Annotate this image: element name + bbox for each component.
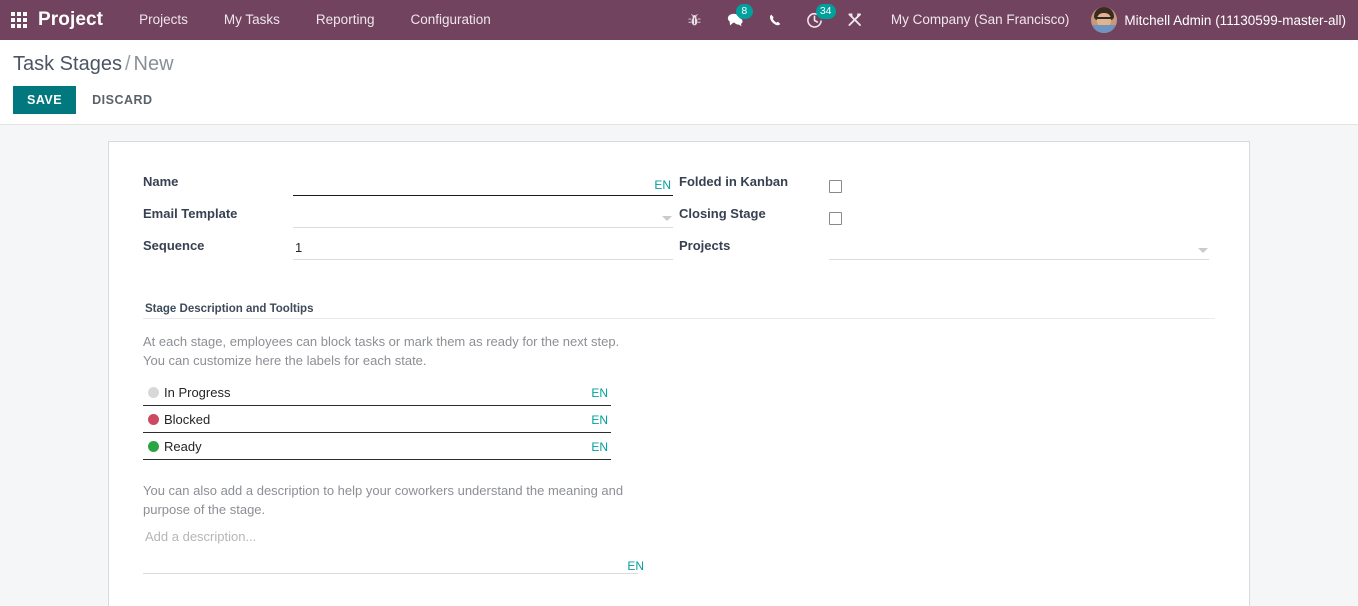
tooltips-help-text: At each stage, employees can block tasks…: [143, 332, 629, 370]
control-closing-stage: [829, 212, 1209, 228]
state-dot-ready: [148, 441, 159, 452]
field-row-sequence: Sequence: [143, 232, 673, 260]
user-menu[interactable]: Mitchell Admin (11130599-master-all): [1085, 7, 1346, 33]
label-projects: Projects: [679, 233, 829, 260]
name-input[interactable]: [293, 172, 673, 196]
blocked-translate-badge[interactable]: EN: [591, 413, 608, 427]
form-sheet: Name EN Email Template Sequence: [108, 141, 1250, 606]
apps-menu-button[interactable]: [0, 0, 38, 40]
field-row-name: Name EN: [143, 168, 673, 196]
stage-description-section: Stage Description and Tooltips At each s…: [143, 303, 1215, 574]
name-translate-badge[interactable]: EN: [654, 178, 671, 192]
chevron-down-icon-projects[interactable]: [1198, 248, 1208, 253]
ready-translate-badge[interactable]: EN: [591, 440, 608, 454]
label-folded-in-kanban: Folded in Kanban: [679, 169, 829, 196]
field-row-projects: Projects: [679, 232, 1209, 260]
tooltips-help-line-1: At each stage, employees can block tasks…: [143, 332, 629, 351]
control-name: EN: [293, 172, 673, 196]
messages-badge: 8: [736, 4, 753, 19]
form-right-column: Folded in Kanban Closing Stage Projects: [679, 168, 1209, 260]
control-sequence: [293, 236, 673, 260]
closing-stage-checkbox[interactable]: [829, 212, 842, 225]
email-template-input[interactable]: [293, 204, 673, 228]
label-name: Name: [143, 169, 293, 196]
activities-badge: 34: [816, 4, 836, 19]
form-field-grid: Name EN Email Template Sequence: [143, 168, 1215, 260]
apps-grid-icon: [11, 12, 27, 28]
label-email-template: Email Template: [143, 201, 293, 228]
state-dot-blocked: [148, 414, 159, 425]
brand-title[interactable]: Project: [38, 9, 103, 31]
legend-done-input[interactable]: [164, 439, 611, 454]
control-folded-in-kanban: [829, 180, 1209, 196]
description-block: You can also add a description to help y…: [143, 481, 1215, 574]
control-projects: [829, 236, 1209, 260]
company-selector[interactable]: My Company (San Francisco): [875, 0, 1086, 40]
section-title: Stage Description and Tooltips: [143, 303, 1215, 315]
user-avatar: [1091, 7, 1117, 33]
action-buttons: SAVE DISCARD: [13, 86, 1358, 114]
sequence-input[interactable]: [293, 236, 673, 260]
menu-item-reporting[interactable]: Reporting: [298, 0, 393, 40]
breadcrumb: Task Stages/New: [13, 52, 1358, 76]
state-row-ready: EN: [143, 433, 611, 460]
field-row-closing-stage: Closing Stage: [679, 200, 1209, 228]
control-email-template: [293, 204, 673, 228]
form-view-scroll-area: Name EN Email Template Sequence: [0, 125, 1358, 606]
save-button[interactable]: SAVE: [13, 86, 76, 114]
field-row-folded-in-kanban: Folded in Kanban: [679, 168, 1209, 196]
description-placeholder: Add a description...: [143, 528, 638, 546]
developer-tools-icon[interactable]: [835, 0, 875, 40]
breadcrumb-root[interactable]: Task Stages: [13, 53, 122, 75]
menu-item-my-tasks[interactable]: My Tasks: [206, 0, 298, 40]
description-help-text: You can also add a description to help y…: [143, 481, 629, 519]
tooltips-help-line-2: You can customize here the labels for ea…: [143, 351, 629, 370]
phone-icon[interactable]: [755, 0, 795, 40]
user-name-label: Mitchell Admin (11130599-master-all): [1124, 13, 1346, 28]
label-closing-stage: Closing Stage: [679, 201, 829, 228]
main-menu: Projects My Tasks Reporting Configuratio…: [121, 0, 509, 40]
folded-in-kanban-checkbox[interactable]: [829, 180, 842, 193]
messages-icon[interactable]: 8: [715, 0, 755, 40]
top-navbar: Project Projects My Tasks Reporting Conf…: [0, 0, 1358, 40]
breadcrumb-separator: /: [125, 53, 131, 75]
state-row-blocked: EN: [143, 406, 611, 433]
discard-button[interactable]: DISCARD: [76, 86, 168, 114]
projects-input[interactable]: [829, 236, 1209, 260]
description-divider: [143, 573, 638, 574]
legend-normal-input[interactable]: [164, 385, 611, 400]
description-editor[interactable]: Add a description... EN: [143, 528, 638, 574]
in-progress-translate-badge[interactable]: EN: [591, 386, 608, 400]
state-row-in-progress: EN: [143, 379, 611, 406]
description-help-line-2: purpose of the stage.: [143, 500, 629, 519]
menu-item-configuration[interactable]: Configuration: [392, 0, 508, 40]
bug-icon[interactable]: [675, 0, 715, 40]
activities-clock-icon[interactable]: 34: [795, 0, 835, 40]
systray: 8 34: [675, 0, 875, 40]
description-help-line-1: You can also add a description to help y…: [143, 481, 629, 500]
breadcrumb-current: New: [134, 53, 174, 75]
form-left-column: Name EN Email Template Sequence: [143, 168, 673, 260]
control-panel: Task Stages/New SAVE DISCARD: [0, 40, 1358, 125]
label-sequence: Sequence: [143, 233, 293, 260]
chevron-down-icon-email-template[interactable]: [662, 216, 672, 221]
field-row-email-template: Email Template: [143, 200, 673, 228]
menu-item-projects[interactable]: Projects: [121, 0, 206, 40]
legend-blocked-input[interactable]: [164, 412, 611, 427]
state-dot-in-progress: [148, 387, 159, 398]
section-divider: [143, 318, 1215, 319]
description-translate-badge[interactable]: EN: [627, 559, 644, 573]
